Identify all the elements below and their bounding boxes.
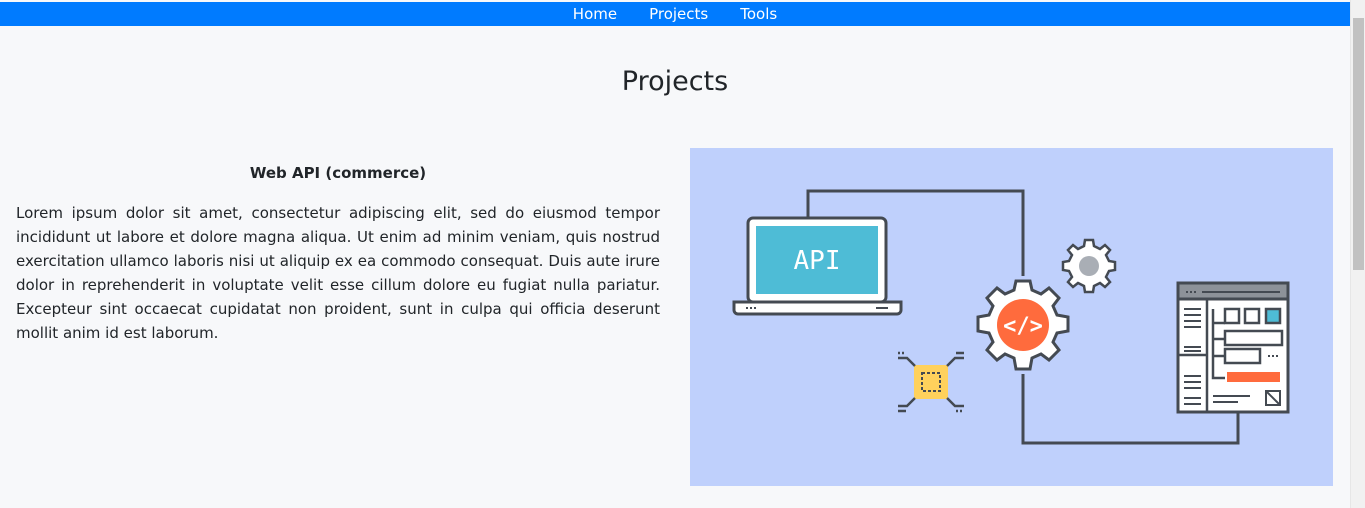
project-description: Lorem ipsum dolor sit amet, consectetur … (16, 204, 660, 342)
project-title: Web API (commerce) (249, 164, 427, 182)
svg-text:</>: </> (1003, 314, 1043, 339)
nav-link-home[interactable]: Home (573, 2, 617, 26)
browser-window-icon (1176, 281, 1290, 414)
api-illustration: API </> (732, 189, 1290, 445)
laptop-icon: API (732, 216, 903, 316)
code-gear-icon: </> (976, 279, 1070, 371)
project-illustration: API </> (690, 148, 1333, 486)
small-gear-icon (1061, 238, 1117, 294)
nav-link-projects[interactable]: Projects (649, 2, 708, 26)
laptop-api-label: API (794, 246, 841, 276)
project-text: Web API (commerce) Lorem ipsum dolor sit… (16, 164, 660, 345)
chip-icon (898, 351, 964, 413)
page-title: Projects (621, 66, 729, 97)
top-navbar: Home Projects Tools (0, 2, 1350, 26)
nav-link-tools[interactable]: Tools (740, 2, 777, 26)
page-scrollbar[interactable] (1350, 0, 1365, 508)
scrollbar-thumb[interactable] (1353, 18, 1364, 270)
